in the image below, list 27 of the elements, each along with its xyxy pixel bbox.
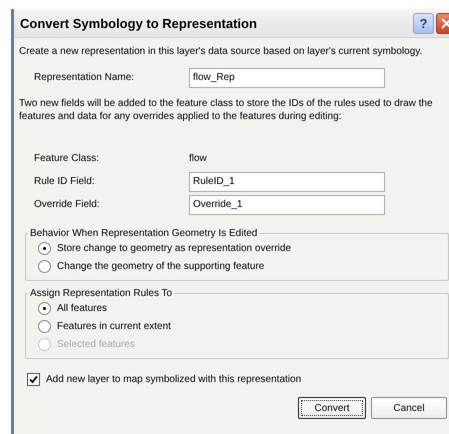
input-field[interactable]: Override_1 — [189, 194, 385, 214]
radio-icon[interactable] — [38, 242, 51, 255]
radio-option[interactable]: Features in current extent — [38, 319, 438, 334]
note-text: Two new fields will be added to the feature class to store the IDs of the rules used to draw the features and data for any overrides applied to the features during editing: — [19, 97, 434, 123]
dialog-button[interactable]: Convert — [298, 397, 366, 419]
add-layer-checkbox[interactable]: Add new layer to map symbolized with this representation — [27, 372, 449, 387]
dialog-button[interactable]: Cancel — [371, 397, 447, 419]
radio-option[interactable]: Change the geometry of the supporting feature — [38, 259, 438, 274]
field-label: Representation Name: — [34, 72, 136, 83]
help-button[interactable]: ? — [413, 12, 434, 34]
intro-text: Create a new representation in this layer's data source based on layer's current symbology. — [19, 45, 424, 58]
group-title: Behavior When Representation Geometry Is Edited — [29, 228, 258, 239]
field-label: Feature Class: — [34, 153, 100, 164]
radio-icon[interactable] — [38, 260, 51, 273]
input-field[interactable]: RuleID_1 — [189, 172, 385, 192]
input-field[interactable]: flow_Rep — [189, 68, 385, 88]
radio-option[interactable]: Store change to geometry as representation override — [38, 241, 438, 256]
close-icon — [441, 18, 449, 28]
field-label: Override Field: — [34, 199, 101, 210]
field-label: Rule ID Field: — [34, 176, 96, 187]
window-title: Convert Symbology to Representation — [20, 16, 258, 30]
radio-icon[interactable] — [38, 320, 51, 333]
group-title: Assign Representation Rules To — [29, 288, 174, 299]
radio-icon[interactable] — [38, 302, 51, 315]
check-icon — [29, 375, 38, 384]
field-value: flow — [189, 153, 207, 164]
radio-option[interactable]: All features — [38, 301, 438, 316]
